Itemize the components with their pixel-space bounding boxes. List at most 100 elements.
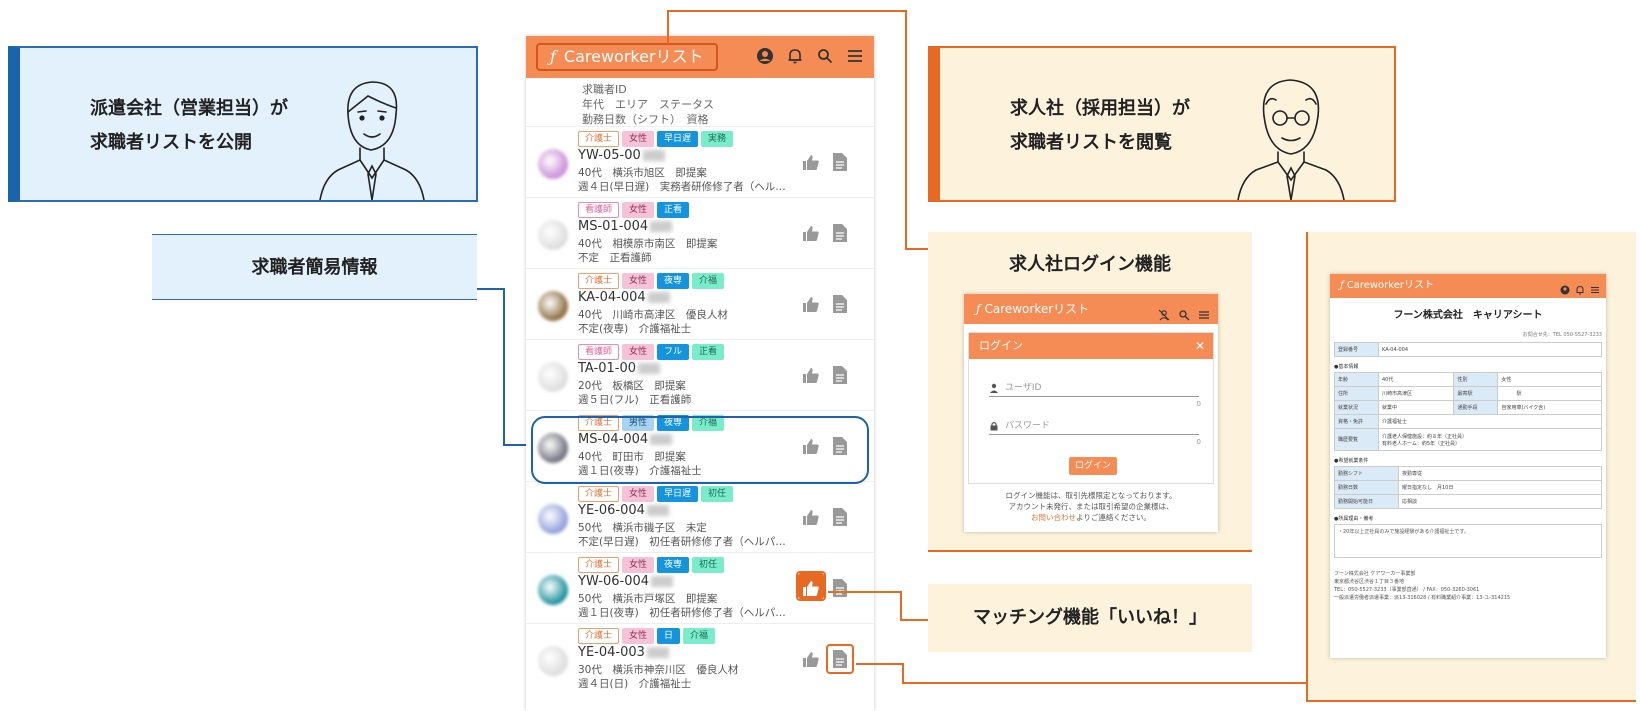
user-icon[interactable] <box>1560 281 1570 295</box>
password-field[interactable]: パスワード 0 <box>989 419 1201 446</box>
candidate-row[interactable]: 看護師 女性 フル 正看 TA-01-00 20代 板橋区 即提案 週５日(フル) 正… <box>526 339 874 410</box>
footer-line: 一般派遣労働者派遣事業：派13-316028 / 有料職業紹介事業：13-ユ-3… <box>1334 595 1511 601</box>
candidate-tag: 介護士 <box>578 628 620 644</box>
connector-line <box>667 10 907 12</box>
bell-icon[interactable] <box>1575 281 1585 295</box>
login-feature-title: 求人社ログイン機能 <box>1009 254 1171 275</box>
candidate-tag: フル <box>657 344 690 360</box>
candidate-row[interactable]: 看護師 女性 正看 MS-01-004 40代 相模原市南区 即提案 不定 正看護師 <box>526 197 874 268</box>
document-icon[interactable] <box>832 507 848 527</box>
candidate-tag: 女性 <box>622 131 655 147</box>
candidate-id: KA-04-004 <box>578 290 670 305</box>
candidate-tag: 正看 <box>692 344 725 360</box>
candidate-row[interactable]: 介護士 女性 早日遅 初任 YE-06-004 50代 横浜市磯子区 未定 不定(早日… <box>526 481 874 552</box>
login-button[interactable]: ログイン <box>1069 457 1117 475</box>
candidate-detail: 不定 正看護師 <box>578 252 652 264</box>
candidate-tags: 介護士 女性 夜専 初任 <box>578 557 725 573</box>
document-icon[interactable] <box>832 578 848 598</box>
login-app-title: Careworkerリスト <box>984 302 1090 316</box>
candidate-tag: 介護士 <box>578 486 620 502</box>
candidate-row[interactable]: 介護士 女性日介福 YE-04-003 30代 横浜市神奈川区 優良人材 週４日(… <box>526 623 874 694</box>
matching-feature-box: マッチング機能「いいね！」 <box>928 584 1252 652</box>
document-icon[interactable] <box>832 294 848 314</box>
wish-label: 勤務開始可能日 <box>1334 494 1399 509</box>
candidate-tag: 実務 <box>701 131 734 147</box>
candidate-tag: 介福 <box>692 273 725 289</box>
candidate-detail: 不定(早日遅) 初任者研修修了者（ヘルパー… <box>578 536 788 548</box>
candidate-id-text: YW-05-00 <box>578 148 641 163</box>
candidate-tag: 女性 <box>622 344 655 360</box>
search-icon[interactable] <box>816 47 834 65</box>
filter-line: 求職者ID <box>582 83 627 96</box>
menu-icon[interactable] <box>1590 281 1600 294</box>
candidate-tag: 正看 <box>657 202 690 218</box>
candidate-id-text: KA-04-004 <box>578 290 646 305</box>
document-icon[interactable] <box>832 223 848 243</box>
app-title[interactable]: ƒ Careworkerリスト <box>536 43 718 71</box>
salesman-illustration <box>319 81 425 200</box>
candidate-id: YW-05-00 <box>578 148 665 163</box>
close-icon[interactable]: ✕ <box>1195 333 1205 359</box>
thumbs-up-icon[interactable] <box>802 295 820 313</box>
thumbs-up-icon[interactable] <box>802 650 820 668</box>
candidate-row[interactable]: 介護士 女性 夜専 介福 KA-04-004 40代 川崎市高津区 優良人材 不定(夜… <box>526 268 874 339</box>
thumbs-up-icon[interactable] <box>802 366 820 384</box>
career-sheet-panel: ƒ Careworkerリスト フーン株式会社 キャリアシート お問合せ先：TEL… <box>1306 232 1636 702</box>
connector-line <box>900 619 928 621</box>
thumbs-up-icon[interactable] <box>802 579 820 597</box>
connector-line <box>856 663 904 665</box>
user-icon[interactable] <box>756 47 774 65</box>
candidate-tag: 早日遅 <box>657 131 699 147</box>
candidate-row[interactable]: 介護士 女性 夜専 初任 YW-06-004 50代 横浜市戸塚区 即提案 週１日(夜… <box>526 552 874 623</box>
candidate-tag: 初任 <box>701 486 734 502</box>
wish-value: 夜勤専従 <box>1398 466 1602 481</box>
document-icon[interactable] <box>832 365 848 385</box>
simple-info-label: 求職者簡易情報 <box>251 257 378 278</box>
footer-line: 東京都渋谷区渋谷１丁目３番地 <box>1334 579 1405 585</box>
basic-value: 女性 <box>1497 372 1602 387</box>
connector-line <box>905 248 928 250</box>
login-note: ログイン機能は、取引先様限定となっております。 アカウント未発行、または取引希望… <box>968 490 1214 523</box>
masked-text <box>646 647 669 658</box>
basic-value: 自家用車(バイク含) <box>1497 400 1602 415</box>
thumbs-up-icon[interactable] <box>802 153 820 171</box>
contact-link[interactable]: お問い合わせ <box>1031 513 1076 522</box>
search-icon[interactable] <box>1178 302 1190 321</box>
candidate-id-text: YW-06-004 <box>578 574 650 589</box>
document-icon[interactable] <box>832 152 848 172</box>
thumbs-up-icon[interactable] <box>802 224 820 242</box>
buyer-callout-line2: 求職者リストを閲覧 <box>1010 132 1172 153</box>
wish-label: 勤務シフト <box>1334 466 1399 481</box>
selected-row-outline <box>531 416 869 484</box>
app-logo: ƒ <box>550 47 556 66</box>
qualification-table: 資格・免許 介護福祉士 職歴要覧 介護老人保健施設：約８年（正社員） 有料老人ホーム：… <box>1334 414 1602 451</box>
thumbs-up-icon[interactable] <box>802 508 820 526</box>
candidate-tag: 夜専 <box>657 273 690 289</box>
menu-icon[interactable] <box>1198 302 1210 319</box>
candidate-tags: 看護師 女性 正看 <box>578 202 690 218</box>
connector-line <box>667 10 669 44</box>
avatar <box>538 220 568 250</box>
reg-label: 登録番号 <box>1334 342 1379 357</box>
history-label: 職歴要覧 <box>1334 428 1379 451</box>
char-counter: 0 <box>1196 438 1201 446</box>
document-icon[interactable] <box>832 649 848 669</box>
history-value: 有料老人ホーム：約5年（正社員） <box>1382 440 1461 447</box>
lock-icon <box>990 421 998 431</box>
candidate-id-text: YE-04-003 <box>578 645 645 660</box>
connector-line <box>902 663 904 684</box>
candidate-id-text: MS-01-004 <box>578 219 649 234</box>
candidate-row[interactable]: 介護士 女性 早日遅 実務 YW-05-00 40代 横浜市旭区 即提案 週４日(早日… <box>526 126 874 197</box>
user-id-field[interactable]: ユーザID 0 <box>989 381 1201 408</box>
candidate-tag: 女性 <box>622 486 655 502</box>
candidate-tag: 早日遅 <box>657 486 699 502</box>
bell-icon[interactable] <box>786 47 804 65</box>
login-screen: ƒ Careworkerリスト ログイン ✕ ユーザID 0 パスワード 0 ログイ… <box>964 294 1218 532</box>
candidate-id: TA-01-00 <box>578 361 661 376</box>
user-slash-icon[interactable] <box>1158 302 1170 321</box>
candidate-tag: 女性 <box>622 628 655 644</box>
menu-icon[interactable] <box>846 47 864 65</box>
basic-label: 通勤手段 <box>1453 400 1499 415</box>
candidate-detail: 週５日(フル) 正看護師 <box>578 394 692 406</box>
masked-text <box>642 150 665 161</box>
